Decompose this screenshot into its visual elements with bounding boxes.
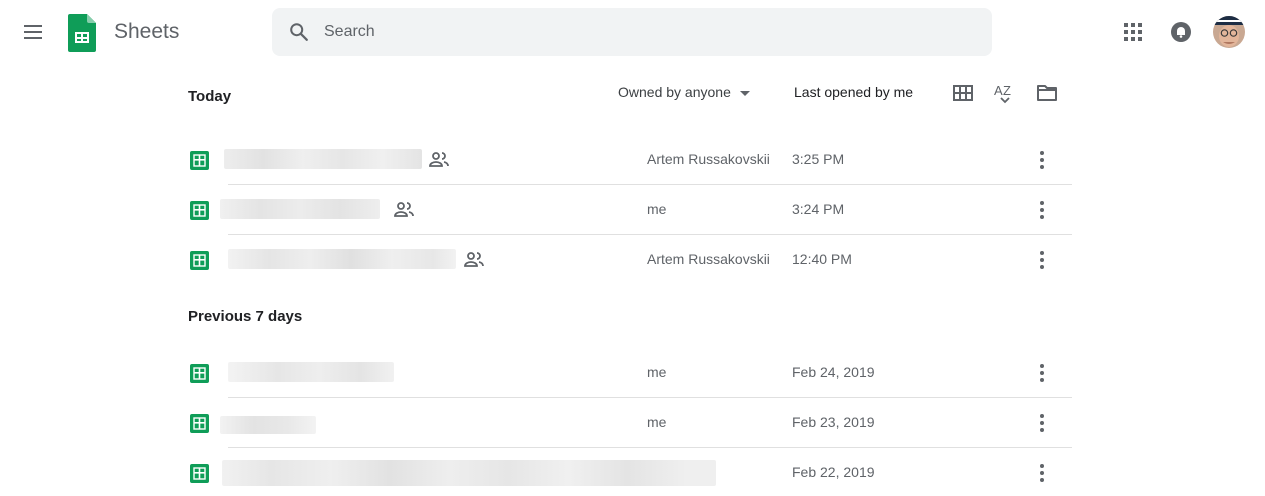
more-options-icon[interactable] [1031, 412, 1053, 434]
search-bar[interactable] [272, 8, 992, 56]
file-name-redacted[interactable] [224, 149, 422, 169]
sort-order-button[interactable]: Last opened by me [794, 84, 913, 100]
avatar-photo-icon [1213, 16, 1245, 48]
more-options-icon[interactable] [1031, 462, 1053, 484]
sheets-file-icon [190, 364, 209, 383]
file-name-redacted[interactable] [222, 460, 716, 486]
sheets-file-icon [190, 414, 209, 433]
sheets-file-icon [190, 151, 209, 170]
sheets-file-icon [190, 201, 209, 220]
notifications-bell-icon[interactable] [1170, 21, 1192, 43]
apps-grid-icon[interactable] [1122, 21, 1144, 43]
more-options-icon[interactable] [1031, 149, 1053, 171]
file-last-opened: Feb 23, 2019 [792, 414, 875, 430]
file-last-opened: Feb 22, 2019 [792, 464, 875, 480]
shared-people-icon [429, 152, 449, 167]
file-name-redacted[interactable] [228, 249, 456, 269]
shared-people-icon [464, 252, 484, 267]
section-title-today: Today [188, 88, 232, 105]
more-options-icon[interactable] [1031, 362, 1053, 384]
sheets-file-icon [190, 464, 209, 483]
folder-icon[interactable] [1035, 82, 1059, 104]
user-avatar[interactable] [1213, 16, 1245, 48]
file-owner: me [647, 364, 667, 380]
chevron-down-icon [739, 90, 750, 96]
file-last-opened: Feb 24, 2019 [792, 364, 875, 380]
more-options-icon[interactable] [1031, 249, 1053, 271]
owner-filter-dropdown[interactable]: Owned by anyone [618, 84, 750, 102]
svg-text:A: A [994, 83, 1003, 98]
main-menu-icon[interactable] [22, 22, 44, 42]
file-row[interactable]: Artem Russakovskii 3:25 PM [188, 135, 1072, 185]
file-last-opened: 3:24 PM [792, 201, 845, 217]
shared-people-icon [394, 202, 414, 217]
app-title[interactable]: Sheets [114, 20, 179, 44]
file-row[interactable]: me Feb 24, 2019 [188, 348, 1072, 398]
file-name-redacted[interactable] [220, 199, 380, 219]
file-row[interactable]: me Feb 23, 2019 [188, 398, 1072, 448]
top-bar: Sheets [0, 0, 1265, 64]
file-name-redacted[interactable] [228, 362, 394, 382]
file-name-redacted[interactable] [220, 416, 316, 434]
file-owner: Artem Russakovskii [647, 251, 770, 267]
file-owner: Artem Russakovskii [647, 151, 770, 167]
file-row[interactable]: Feb 22, 2019 [188, 448, 1072, 496]
file-last-opened: 12:40 PM [792, 251, 852, 267]
file-row[interactable]: Artem Russakovskii 12:40 PM [188, 235, 1072, 285]
file-row[interactable]: me 3:24 PM [188, 185, 1072, 235]
search-icon[interactable] [288, 21, 310, 43]
file-last-opened: 3:25 PM [792, 151, 845, 167]
grid-view-icon[interactable] [951, 82, 975, 104]
search-input[interactable] [324, 8, 964, 56]
file-owner: me [647, 414, 667, 430]
sheets-logo-icon[interactable] [68, 14, 96, 52]
section-title-previous-7-days: Previous 7 days [188, 308, 303, 325]
sheets-file-icon [190, 251, 209, 270]
owner-filter-label: Owned by anyone [618, 84, 731, 100]
more-options-icon[interactable] [1031, 199, 1053, 221]
svg-text:Z: Z [1003, 83, 1011, 98]
file-owner: me [647, 201, 667, 217]
sort-az-icon[interactable]: A Z [993, 82, 1017, 104]
